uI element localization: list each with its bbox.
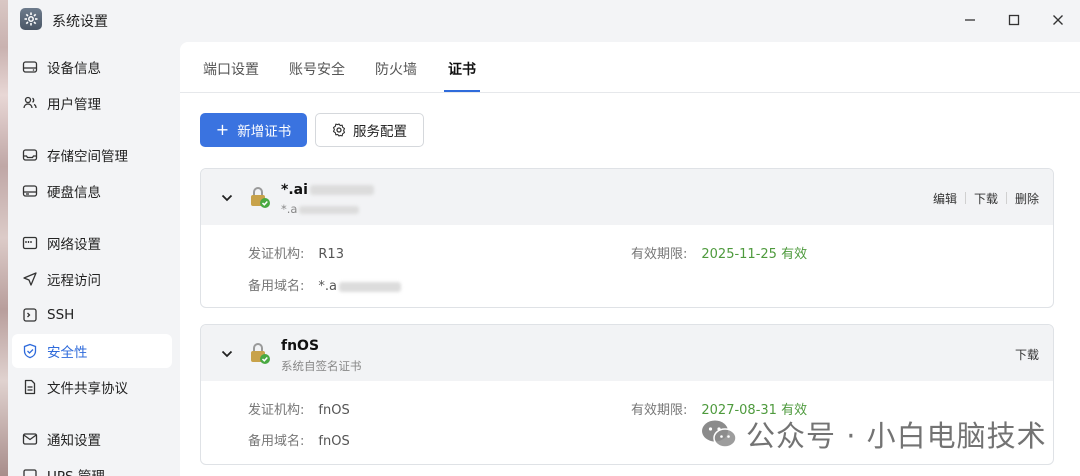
certificate-subtitle: 系统自签名证书 — [281, 359, 362, 373]
storage-icon — [22, 147, 38, 163]
sidebar-item-ups[interactable]: UPS 管理 — [12, 458, 172, 476]
desktop-background — [0, 0, 8, 476]
maximize-icon — [1008, 14, 1020, 26]
send-icon — [22, 271, 38, 287]
close-icon — [1053, 15, 1063, 25]
close-button[interactable] — [1048, 10, 1068, 30]
sidebar: 设备信息 用户管理 存储空间管理 硬盘信息 网络设置 远程访问 SSH 安全性 — [8, 42, 180, 476]
tab-firewall[interactable]: 防火墙 — [375, 59, 417, 79]
sidebar-item-label: 网络设置 — [47, 237, 101, 253]
lock-icon — [251, 187, 270, 208]
issuer-value: fnOS — [318, 403, 350, 418]
settings-gear-icon — [20, 8, 42, 30]
disk-icon — [22, 183, 38, 199]
users-icon — [22, 95, 38, 111]
watermark-text: 公众号 · 小白电脑技术 — [746, 419, 1047, 453]
redacted-mask — [339, 281, 401, 292]
sidebar-item-label: 硬盘信息 — [47, 185, 101, 201]
sidebar-item-device-info[interactable]: 设备信息 — [12, 50, 172, 84]
redacted-mask — [299, 205, 360, 214]
sidebar-item-file-share[interactable]: 文件共享协议 — [12, 370, 172, 404]
delete-button[interactable]: 删除 — [1015, 190, 1039, 207]
active-tab-indicator — [444, 90, 480, 92]
terminal-icon — [22, 307, 38, 323]
sidebar-item-storage[interactable]: 存储空间管理 — [12, 138, 172, 172]
certificate-actions: 下载 — [1015, 346, 1039, 363]
sidebar-item-label: 文件共享协议 — [47, 381, 128, 397]
sidebar-item-network[interactable]: 网络设置 — [12, 226, 172, 260]
title-bar: 系统设置 — [8, 0, 1080, 40]
tab-port-settings[interactable]: 端口设置 — [203, 59, 259, 79]
certificate-name: *.ai — [281, 182, 374, 198]
sidebar-item-label: 用户管理 — [47, 97, 101, 113]
network-icon — [22, 235, 38, 251]
minimize-button[interactable] — [960, 10, 980, 30]
validity-label: 有效期限: — [631, 403, 688, 418]
sidebar-item-security[interactable]: 安全性 — [12, 334, 172, 368]
tab-bar: 端口设置 账号安全 防火墙 证书 — [180, 42, 1080, 93]
device-icon — [22, 59, 38, 75]
download-button[interactable]: 下载 — [974, 190, 998, 207]
service-config-label: 服务配置 — [353, 124, 407, 140]
ups-icon — [22, 467, 38, 476]
divider — [1005, 192, 1007, 204]
tab-account-security[interactable]: 账号安全 — [289, 59, 345, 79]
wechat-icon — [702, 420, 737, 448]
mail-icon — [22, 431, 38, 447]
alt-domain-label: 备用域名: — [248, 279, 305, 294]
sidebar-item-label: 远程访问 — [47, 273, 101, 289]
add-certificate-label: 新增证书 — [237, 124, 292, 140]
sidebar-item-label: SSH — [47, 307, 75, 323]
chevron-down-icon[interactable] — [220, 191, 234, 205]
sidebar-item-label: 安全性 — [47, 345, 88, 361]
alt-domain-row: 备用域名: fnOS — [248, 430, 350, 449]
sidebar-item-disk[interactable]: 硬盘信息 — [12, 174, 172, 208]
sidebar-item-label: 存储空间管理 — [47, 149, 128, 165]
main-content: 端口设置 账号安全 防火墙 证书 + 新增证书 服务配置 *.ai *.a 编辑 — [180, 42, 1080, 476]
watermark: 公众号 · 小白电脑技术 — [700, 413, 1047, 455]
settings-window: 系统设置 设备信息 用户管理 存储空间管理 硬盘信息 网络设置 远程访问 SSH… — [8, 0, 1080, 476]
validity-row: 有效期限: 2025-11-25 有效 — [631, 243, 807, 262]
chevron-down-icon[interactable] — [220, 347, 234, 361]
service-config-button[interactable]: 服务配置 — [315, 113, 424, 147]
certificate-card-header[interactable]: fnOS 系统自签名证书 下载 — [201, 325, 1053, 381]
issuer-value: R13 — [318, 247, 344, 262]
issuer-label: 发证机构: — [248, 403, 305, 418]
minimize-icon — [965, 19, 975, 21]
alt-domain-row: 备用域名: *.a — [248, 275, 401, 294]
issuer-label: 发证机构: — [248, 247, 305, 262]
alt-domain-value: fnOS — [318, 434, 350, 449]
sidebar-item-notifications[interactable]: 通知设置 — [12, 422, 172, 456]
alt-domain-label: 备用域名: — [248, 434, 305, 449]
validity-value: 2025-11-25 有效 — [701, 247, 808, 262]
certificate-subtitle: *.a — [281, 202, 360, 216]
certificate-card: *.ai *.a 编辑 下载 删除 发证机构: R13 有效期限: 2025-11-… — [200, 168, 1054, 308]
certificate-card-header[interactable]: *.ai *.a 编辑 下载 删除 — [201, 169, 1053, 225]
sidebar-item-ssh[interactable]: SSH — [12, 298, 172, 332]
validity-label: 有效期限: — [631, 247, 688, 262]
divider — [964, 192, 966, 204]
alt-domain-value: *.a — [318, 279, 337, 294]
issuer-row: 发证机构: fnOS — [248, 399, 350, 418]
add-certificate-button[interactable]: + 新增证书 — [200, 113, 307, 147]
certificate-actions: 编辑 下载 删除 — [933, 190, 1039, 207]
plus-icon: + — [215, 120, 230, 139]
redacted-mask — [309, 185, 374, 195]
sidebar-item-label: 通知设置 — [47, 433, 101, 449]
gear-icon — [332, 123, 346, 137]
sidebar-item-label: UPS 管理 — [47, 465, 105, 476]
certificate-name: fnOS — [281, 338, 320, 354]
file-share-icon — [22, 379, 38, 395]
download-button[interactable]: 下载 — [1015, 346, 1039, 363]
issuer-row: 发证机构: R13 — [248, 243, 344, 262]
tab-certificates[interactable]: 证书 — [448, 59, 476, 79]
edit-button[interactable]: 编辑 — [933, 190, 957, 207]
window-title: 系统设置 — [52, 14, 108, 30]
sidebar-item-users[interactable]: 用户管理 — [12, 86, 172, 120]
lock-icon — [251, 343, 270, 364]
sidebar-item-label: 设备信息 — [47, 61, 101, 77]
shield-icon — [22, 343, 38, 359]
sidebar-item-remote-access[interactable]: 远程访问 — [12, 262, 172, 296]
maximize-button[interactable] — [1004, 10, 1024, 30]
